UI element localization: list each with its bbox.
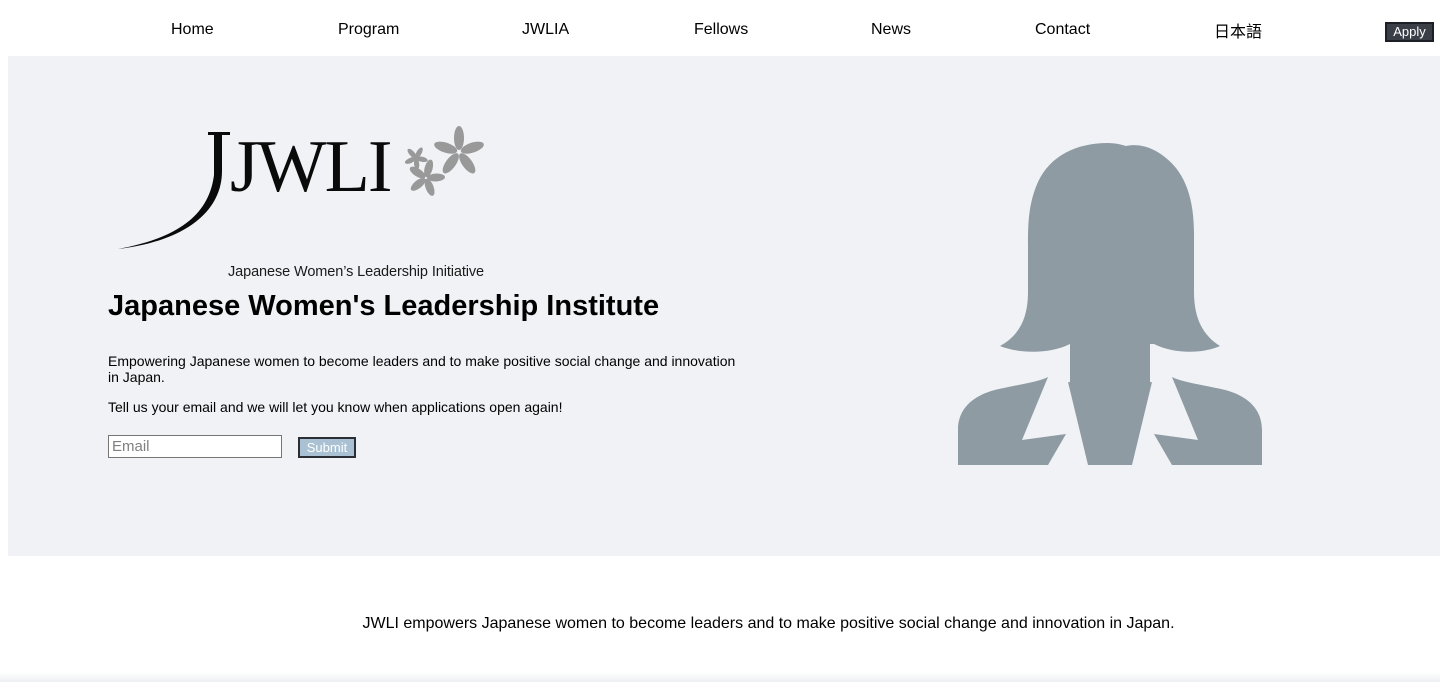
jwli-logo-graphic: JWLI bbox=[118, 126, 484, 249]
mission-statement: JWLI empowers Japanese women to become l… bbox=[362, 615, 1175, 632]
nav-link-home[interactable]: Home bbox=[171, 20, 214, 40]
email-signup-prompt: Tell us your email and we will let you k… bbox=[108, 399, 563, 415]
nav-link-fellows[interactable]: Fellows bbox=[694, 20, 748, 40]
hero-section: JWLI Japanese Women’s Leadership Initiat… bbox=[8, 56, 1440, 556]
hero-description: Empowering Japanese women to become lead… bbox=[108, 353, 736, 385]
nav-link-contact[interactable]: Contact bbox=[1035, 20, 1090, 40]
woman-silhouette-icon bbox=[958, 142, 1262, 465]
page-title: Japanese Women's Leadership Institute bbox=[108, 290, 660, 322]
submit-button[interactable]: Submit bbox=[298, 437, 356, 458]
jwli-logo: JWLI Japanese Women’s Leadership Initiat… bbox=[114, 119, 498, 280]
apply-button[interactable]: Apply bbox=[1385, 22, 1434, 42]
nav-link-japanese[interactable]: 日本語 bbox=[1214, 23, 1262, 43]
nav-link-program[interactable]: Program bbox=[338, 20, 399, 40]
email-field[interactable] bbox=[108, 435, 282, 458]
logo-wordmark: JWLI bbox=[230, 126, 391, 208]
nav-link-jwlia[interactable]: JWLIA bbox=[522, 20, 569, 40]
top-navigation: Home Program JWLIA Fellows News Contact … bbox=[0, 0, 1440, 56]
logo-tagline: Japanese Women’s Leadership Initiative bbox=[228, 264, 485, 280]
sakura-blossoms-icon bbox=[404, 126, 484, 196]
nav-link-news[interactable]: News bbox=[871, 20, 911, 40]
section-divider bbox=[0, 672, 1440, 682]
